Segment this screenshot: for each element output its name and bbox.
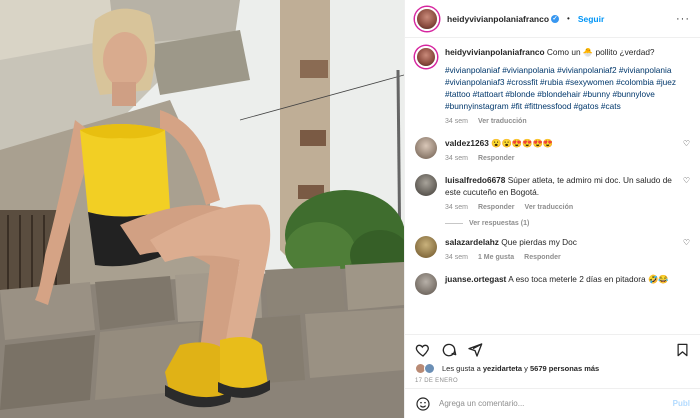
liker-username[interactable]: yezidarteta xyxy=(483,364,522,373)
comment-like-heart-icon[interactable]: ♡ xyxy=(683,174,690,185)
comment-time: 34 sem xyxy=(445,155,468,162)
add-comment-bar: Agrega un comentario... Publ xyxy=(405,388,700,418)
author-username[interactable]: heidyvivianpolaniafranco ✓ xyxy=(447,14,560,24)
commenter-avatar[interactable] xyxy=(415,174,437,196)
more-options-icon[interactable]: ··· xyxy=(676,13,690,25)
post-date: 17 DE ENERO xyxy=(415,378,458,384)
comment-like-heart-icon[interactable]: ♡ xyxy=(683,137,690,148)
commenter-username[interactable]: juanse.ortegast xyxy=(445,274,506,284)
caption-avatar[interactable] xyxy=(415,46,437,68)
comment-time: 34 sem xyxy=(445,204,468,211)
follow-button[interactable]: Seguir xyxy=(578,14,604,24)
commenter-username[interactable]: luisalfredo6678 xyxy=(445,175,505,185)
view-replies-button[interactable]: Ver respuestas (1) xyxy=(445,220,690,227)
caption-hashtags[interactable]: #vivianpolaniaf #vivianpolania #vivianpo… xyxy=(445,64,690,112)
commenter-username[interactable]: valdez1263 xyxy=(445,138,489,148)
comment-translate-link[interactable]: Ver traducción xyxy=(525,202,574,214)
likes-prefix: Les gusta a xyxy=(442,364,481,373)
author-avatar[interactable] xyxy=(415,6,439,31)
caption-text: Como un 🐣 pollito ¿verdad? xyxy=(546,47,655,57)
commenter-avatar[interactable] xyxy=(415,137,437,159)
comment-input[interactable]: Agrega un comentario... xyxy=(439,399,665,408)
header-separator: • xyxy=(567,14,570,23)
comment-text: A eso toca meterle 2 días en pitadora 🤣😂 xyxy=(508,274,669,284)
comment-item: valdez1263 😮😮😍😍😍😍 34 sem Responder ♡ xyxy=(415,137,690,165)
post-header: heidyvivianpolaniafranco ✓ • Seguir ··· xyxy=(405,0,700,38)
comment-item: luisalfredo6678 Súper atleta, te admiro … xyxy=(415,174,690,214)
verified-badge-icon: ✓ xyxy=(551,15,560,24)
comments-list[interactable]: heidyvivianpolaniafranco Como un 🐣 polli… xyxy=(405,38,700,334)
comment-likes-count[interactable]: 1 Me gusta xyxy=(478,252,514,264)
post-photo[interactable] xyxy=(0,0,404,418)
reply-button[interactable]: Responder xyxy=(478,202,515,214)
emoji-icon[interactable] xyxy=(415,396,431,412)
share-icon[interactable] xyxy=(467,342,483,358)
likes-count[interactable]: 5679 personas más xyxy=(530,364,599,373)
comment-item: juanse.ortegast A eso toca meterle 2 día… xyxy=(415,273,690,295)
caption-username[interactable]: heidyvivianpolaniafranco xyxy=(445,47,545,57)
comment-text: 😮😮😍😍😍😍 xyxy=(491,138,554,148)
photo-illustration xyxy=(0,0,404,418)
bookmark-icon[interactable] xyxy=(675,342,690,358)
liker-avatar xyxy=(424,363,435,374)
comment-time: 34 sem xyxy=(445,254,468,261)
reply-button[interactable]: Responder xyxy=(524,252,561,264)
commenter-avatar[interactable] xyxy=(415,273,437,295)
comment-item: salazardelahz Que pierdas my Doc 34 sem … xyxy=(415,236,690,264)
replies-divider xyxy=(445,223,463,224)
likes-summary[interactable]: Les gusta a yezidarteta y 5679 personas … xyxy=(415,363,690,374)
comment-text: Que pierdas my Doc xyxy=(501,237,577,247)
post-side-panel: heidyvivianpolaniafranco ✓ • Seguir ··· h… xyxy=(404,0,700,418)
publish-button[interactable]: Publ xyxy=(673,399,690,408)
comment-icon[interactable] xyxy=(441,342,457,358)
caption: heidyvivianpolaniafranco Como un 🐣 polli… xyxy=(415,46,690,128)
commenter-username[interactable]: salazardelahz xyxy=(445,237,499,247)
caption-translate-link[interactable]: Ver traducción xyxy=(478,116,527,128)
view-replies-label: Ver respuestas (1) xyxy=(469,220,530,227)
caption-time: 34 sem xyxy=(445,118,468,125)
comment-like-heart-icon[interactable]: ♡ xyxy=(683,236,690,247)
post-actions: Les gusta a yezidarteta y 5679 personas … xyxy=(405,334,700,388)
commenter-avatar[interactable] xyxy=(415,236,437,258)
likes-conj: y xyxy=(524,364,528,373)
reply-button[interactable]: Responder xyxy=(478,153,515,165)
heart-icon[interactable] xyxy=(415,342,431,358)
